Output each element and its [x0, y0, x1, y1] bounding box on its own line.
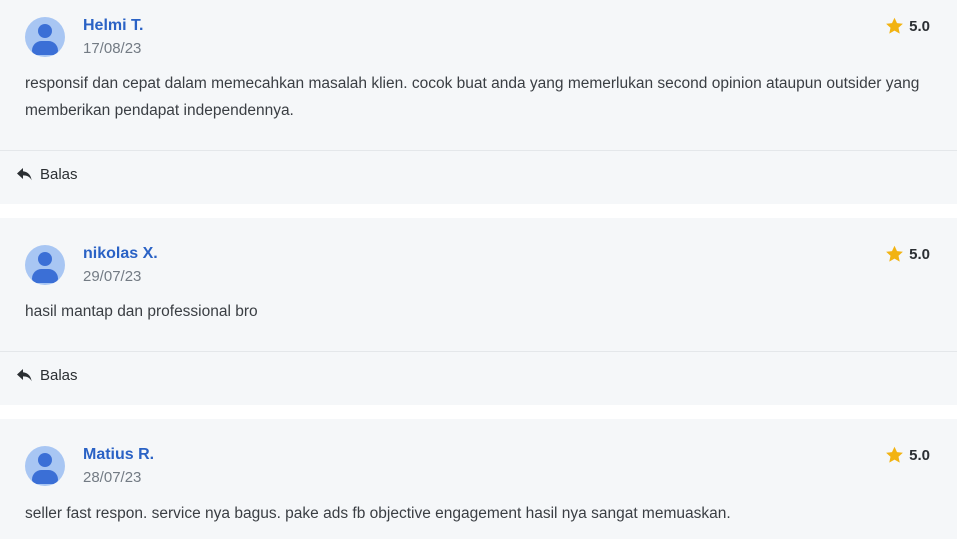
- rating-badge: 5.0: [885, 245, 930, 263]
- star-icon: [886, 446, 904, 463]
- review-comment: seller fast respon. service nya bagus. p…: [25, 505, 731, 522]
- reviewer-name[interactable]: Matius R.: [83, 446, 154, 464]
- rating-badge: 5.0: [885, 446, 930, 464]
- rating-value: 5.0: [909, 245, 930, 263]
- review-comment: hasil mantap dan professional bro: [25, 303, 258, 320]
- divider: [0, 150, 957, 151]
- reply-label: Balas: [40, 367, 78, 384]
- review-date: 17/08/23: [83, 40, 142, 57]
- review-comment: responsif dan cepat dalam memecahkan mas…: [25, 75, 920, 119]
- star-icon: [886, 245, 904, 262]
- rating-value: 5.0: [909, 17, 930, 35]
- rating-badge: 5.0: [885, 17, 930, 35]
- review-card: Matius R. 28/07/23 5.0 seller fast respo…: [0, 419, 957, 539]
- reviewer-name[interactable]: Helmi T.: [83, 17, 143, 35]
- review-card: nikolas X. 29/07/23 5.0 hasil mantap dan…: [0, 218, 957, 405]
- user-avatar-icon: [25, 17, 65, 57]
- star-icon: [886, 17, 904, 34]
- reply-arrow-icon: [17, 167, 32, 180]
- rating-value: 5.0: [909, 446, 930, 464]
- reply-button[interactable]: Balas: [16, 166, 78, 183]
- reply-button[interactable]: Balas: [16, 367, 78, 384]
- reply-arrow-icon: [17, 368, 32, 381]
- reply-label: Balas: [40, 166, 78, 183]
- reviewer-name[interactable]: nikolas X.: [83, 245, 158, 263]
- user-avatar-icon: [25, 446, 65, 486]
- review-date: 29/07/23: [83, 268, 142, 285]
- divider: [0, 351, 957, 352]
- review-date: 28/07/23: [83, 469, 142, 486]
- review-card: Helmi T. 17/08/23 5.0 responsif dan cepa…: [0, 0, 957, 204]
- user-avatar-icon: [25, 245, 65, 285]
